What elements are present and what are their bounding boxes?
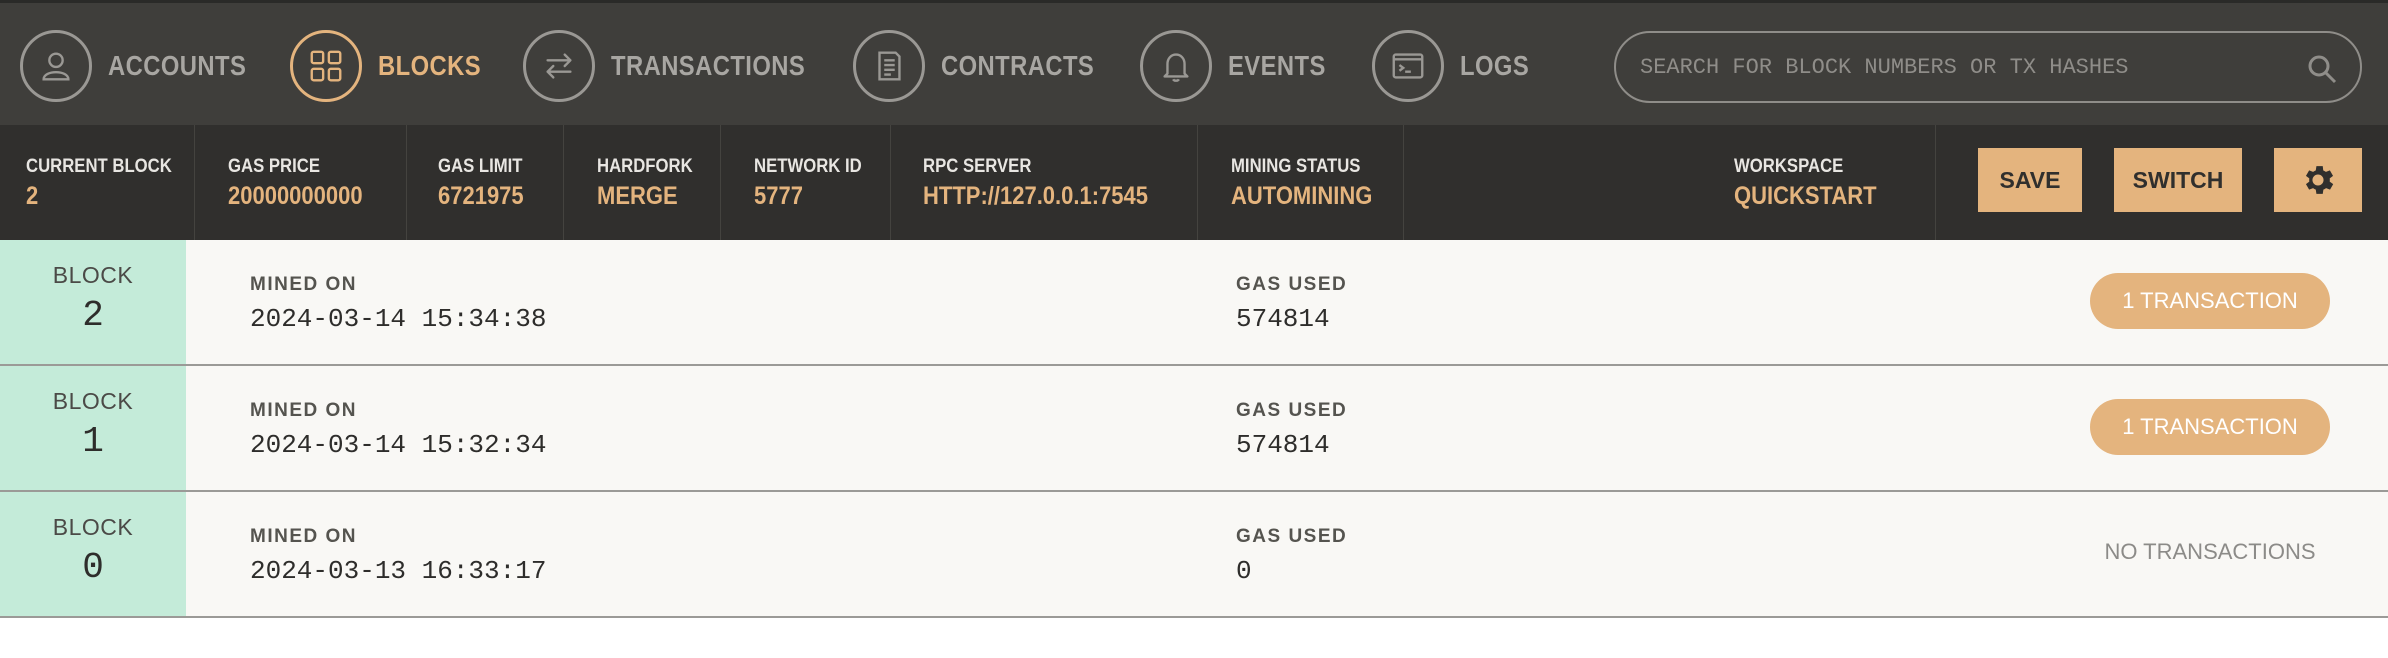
nav-blocks[interactable]: BLOCKS: [290, 30, 499, 102]
mined-on-field: MINED ON 2024-03-14 15:34:38: [250, 274, 546, 334]
block-number-cell: BLOCK 1: [0, 366, 186, 490]
gas-used-label: GAS USED: [1236, 400, 1348, 421]
gas-limit-stat: GAS LIMIT 6721975: [407, 125, 564, 240]
gas-used-label: GAS USED: [1236, 526, 1348, 547]
save-button[interactable]: SAVE: [1978, 148, 2082, 212]
mining-status-stat: MINING STATUS AUTOMINING: [1198, 125, 1404, 240]
gas-price-stat: GAS PRICE 20000000000: [195, 125, 407, 240]
block-label: BLOCK: [52, 514, 134, 540]
block-number: 2: [82, 295, 104, 336]
gas-used-label: GAS USED: [1236, 274, 1348, 295]
workspace-label: WORKSPACE: [1734, 156, 1844, 177]
gas-limit-value: 6721975: [438, 182, 524, 210]
gas-used-field: GAS USED 0: [1236, 526, 1347, 586]
logs-icon: [1372, 30, 1444, 102]
network-id-stat: NETWORK ID 5777: [721, 125, 891, 240]
gas-price-value: 20000000000: [228, 182, 363, 210]
account-icon: [20, 30, 92, 102]
gas-used-value: 574814: [1236, 430, 1330, 460]
nav-logs-label: LOGS: [1460, 50, 1530, 81]
block-number-cell: BLOCK 0: [0, 492, 186, 616]
search-input[interactable]: [1640, 54, 2280, 80]
status-bar: CURRENT BLOCK 2 GAS PRICE 20000000000 GA…: [0, 125, 2388, 240]
bell-icon: [1140, 30, 1212, 102]
gas-used-field: GAS USED 574814: [1236, 274, 1347, 334]
hardfork-label: HARDFORK: [597, 156, 693, 177]
current-block-stat: CURRENT BLOCK 2: [0, 125, 195, 240]
block-list: BLOCK 2 MINED ON 2024-03-14 15:34:38 GAS…: [0, 240, 2388, 618]
network-id-value: 5777: [754, 182, 803, 210]
mined-on-value: 2024-03-14 15:32:34: [250, 430, 547, 460]
network-id-label: NETWORK ID: [754, 156, 862, 177]
gas-price-label: GAS PRICE: [228, 156, 320, 177]
transaction-count-button[interactable]: 1 TRANSACTION: [2090, 399, 2330, 455]
rpc-server-value: HTTP://127.0.0.1:7545: [923, 182, 1149, 210]
switch-button[interactable]: SWITCH: [2114, 148, 2242, 212]
rpc-server-label: RPC SERVER: [923, 156, 1032, 177]
nav-contracts-label: CONTRACTS: [941, 50, 1095, 81]
transactions-icon: [523, 30, 595, 102]
workspace-stat: WORKSPACE QUICKSTART: [1404, 125, 1936, 240]
blocks-icon: [290, 30, 362, 102]
gas-used-field: GAS USED 574814: [1236, 400, 1347, 460]
mined-on-value: 2024-03-13 16:33:17: [250, 556, 547, 586]
gas-limit-label: GAS LIMIT: [438, 156, 523, 177]
block-number-cell: BLOCK 2: [0, 240, 186, 364]
nav-events[interactable]: EVENTS: [1140, 30, 1343, 102]
settings-button[interactable]: [2274, 148, 2362, 212]
nav-transactions[interactable]: TRANSACTIONS: [523, 30, 839, 102]
gas-used-value: 0: [1236, 556, 1252, 586]
block-label: BLOCK: [52, 388, 134, 414]
current-block-value: 2: [26, 182, 39, 210]
gas-used-value: 574814: [1236, 304, 1330, 334]
nav-accounts[interactable]: ACCOUNTS: [20, 30, 271, 102]
search-box[interactable]: [1614, 31, 2362, 103]
top-navigation: ACCOUNTS BLOCKS TRANSACTIONS CONTRACTS E…: [0, 0, 2388, 125]
nav-events-label: EVENTS: [1228, 50, 1326, 81]
nav-blocks-label: BLOCKS: [378, 50, 482, 81]
block-label: BLOCK: [52, 262, 134, 288]
nav-accounts-label: ACCOUNTS: [108, 50, 247, 81]
rpc-server-stat: RPC SERVER HTTP://127.0.0.1:7545: [891, 125, 1198, 240]
block-number: 1: [82, 421, 104, 462]
contracts-icon: [853, 30, 925, 102]
workspace-value: QUICKSTART: [1734, 182, 1877, 210]
hardfork-value: MERGE: [597, 182, 678, 210]
hardfork-stat: HARDFORK MERGE: [564, 125, 721, 240]
search-icon[interactable]: [2306, 53, 2338, 85]
block-row[interactable]: BLOCK 1 MINED ON 2024-03-14 15:32:34 GAS…: [0, 366, 2388, 492]
nav-transactions-label: TRANSACTIONS: [611, 50, 806, 81]
mined-on-label: MINED ON: [250, 526, 357, 547]
transaction-count-button[interactable]: 1 TRANSACTION: [2090, 273, 2330, 329]
block-row[interactable]: BLOCK 0 MINED ON 2024-03-13 16:33:17 GAS…: [0, 492, 2388, 618]
mined-on-field: MINED ON 2024-03-14 15:32:34: [250, 400, 546, 460]
nav-contracts[interactable]: CONTRACTS: [853, 30, 1121, 102]
mining-status-value: AUTOMINING: [1231, 182, 1373, 210]
mined-on-value: 2024-03-14 15:34:38: [250, 304, 547, 334]
mined-on-label: MINED ON: [250, 274, 357, 295]
gear-icon: [2305, 166, 2334, 194]
no-transactions-label: NO TRANSACTIONS: [2104, 539, 2316, 564]
mined-on-label: MINED ON: [250, 400, 357, 421]
current-block-label: CURRENT BLOCK: [26, 156, 172, 177]
nav-logs[interactable]: LOGS: [1372, 30, 1541, 102]
mining-status-label: MINING STATUS: [1231, 156, 1361, 177]
block-number: 0: [82, 547, 104, 588]
block-row[interactable]: BLOCK 2 MINED ON 2024-03-14 15:34:38 GAS…: [0, 240, 2388, 366]
mined-on-field: MINED ON 2024-03-13 16:33:17: [250, 526, 546, 586]
